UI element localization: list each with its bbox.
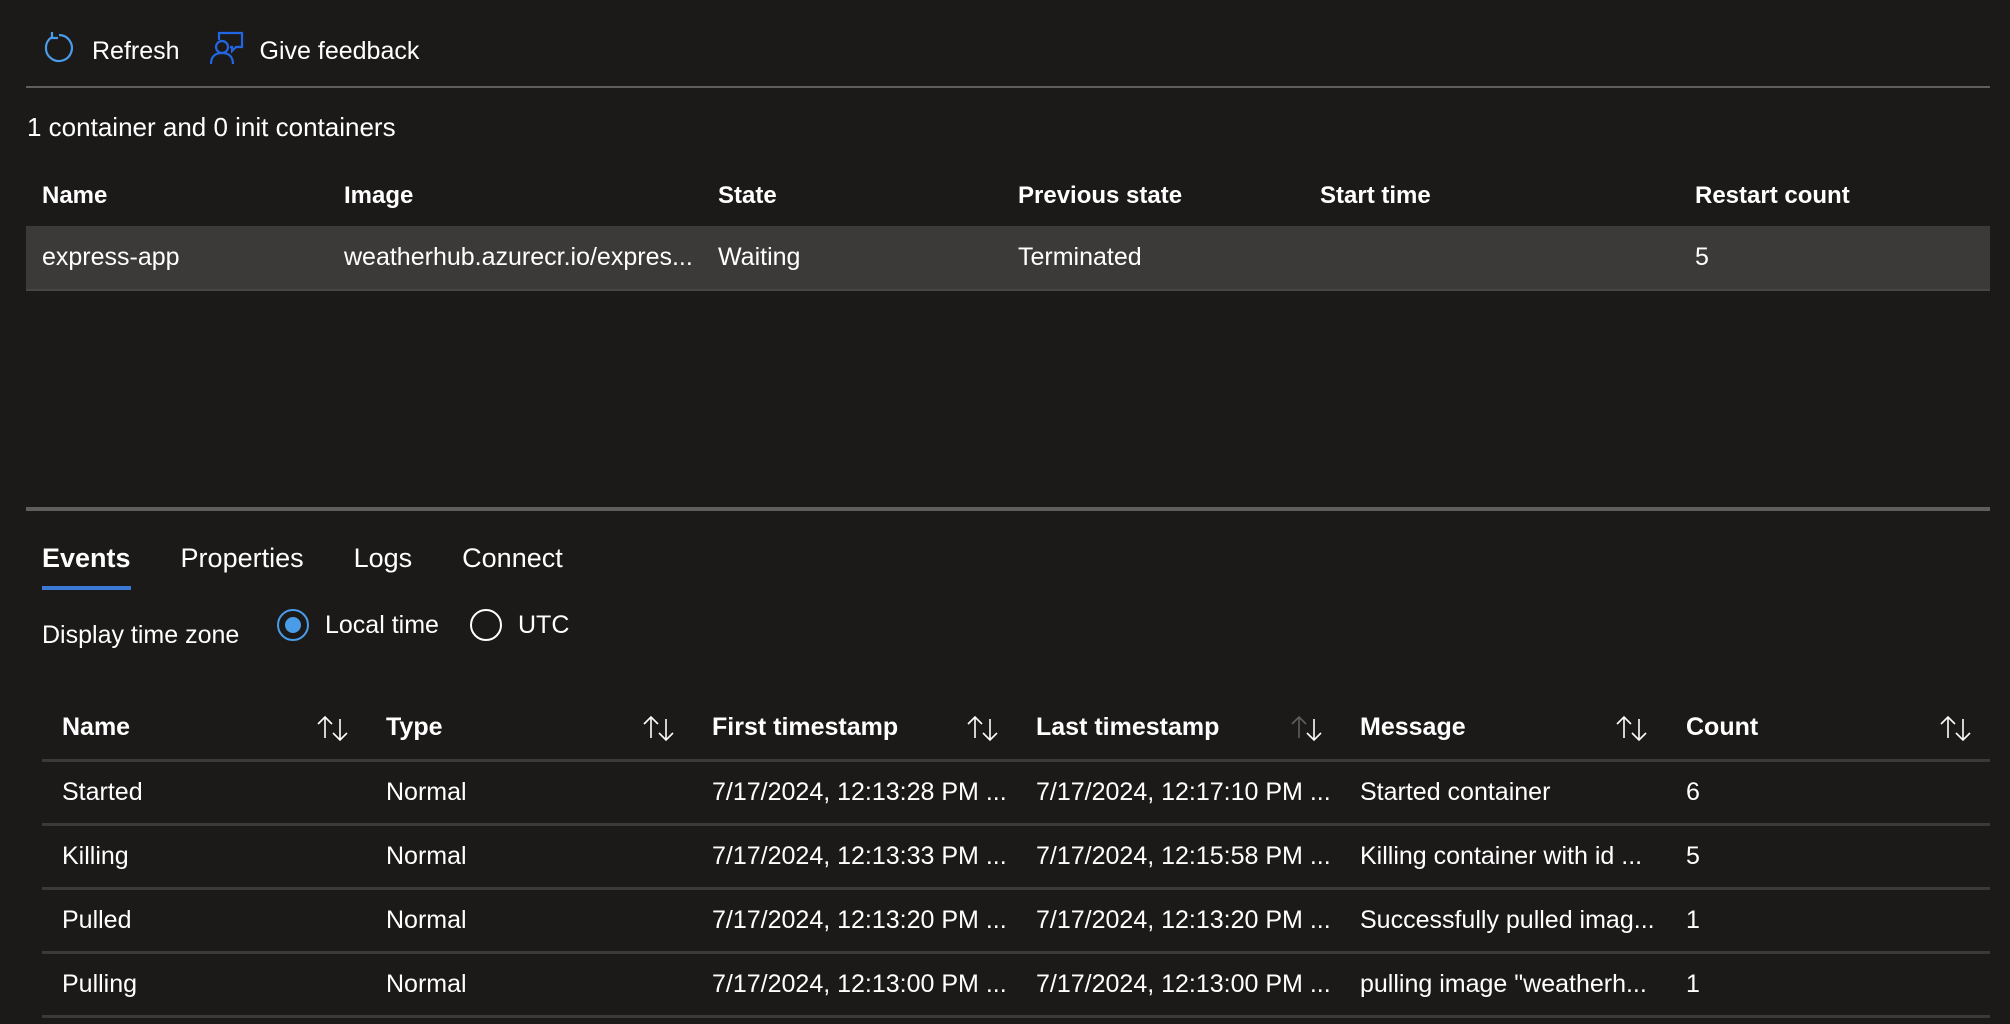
- container-state: Waiting: [718, 243, 801, 271]
- event-row[interactable]: Started Normal 7/17/2024, 12:13:28 PM ... 7…: [42, 762, 1990, 826]
- container-name: express-app: [42, 243, 180, 271]
- event-first-timestamp: 7/17/2024, 12:13:20 PM ...: [712, 906, 1007, 934]
- event-message: Successfully pulled imag...: [1360, 906, 1655, 934]
- event-type: Normal: [386, 970, 467, 998]
- column-header-start-time: Start time: [1320, 182, 1431, 209]
- refresh-label: Refresh: [92, 36, 180, 65]
- time-zone-label: Display time zone: [42, 621, 240, 649]
- containers-table-header: Name Image State Previous state Start ti…: [26, 166, 1990, 226]
- event-message: Killing container with id ...: [1360, 842, 1643, 870]
- event-message: Started container: [1360, 778, 1551, 806]
- sort-name-icon[interactable]: [316, 696, 350, 759]
- event-last-timestamp: 7/17/2024, 12:17:10 PM ...: [1036, 778, 1331, 806]
- tab-logs[interactable]: Logs: [354, 528, 413, 588]
- event-name: Started: [62, 778, 143, 806]
- tab-connect[interactable]: Connect: [462, 528, 563, 588]
- event-type: Normal: [386, 778, 467, 806]
- radio-checked-icon: [277, 609, 309, 641]
- event-count: 1: [1686, 906, 1700, 934]
- event-last-timestamp: 7/17/2024, 12:13:00 PM ...: [1036, 970, 1331, 998]
- container-image: weatherhub.azurecr.io/expres...: [344, 243, 693, 271]
- sort-type-icon[interactable]: [642, 696, 676, 759]
- container-summary: 1 container and 0 init containers: [27, 112, 396, 142]
- command-bar: Refresh Give feedback: [26, 26, 1990, 76]
- event-row[interactable]: Killing Normal 7/17/2024, 12:13:33 PM ... 7…: [42, 826, 1990, 890]
- event-name: Pulling: [62, 970, 138, 998]
- column-header-name[interactable]: Name: [62, 696, 130, 759]
- containers-table: Name Image State Previous state Start ti…: [26, 166, 1990, 291]
- event-count: 6: [1686, 778, 1700, 806]
- column-header-message[interactable]: Message: [1360, 696, 1466, 759]
- refresh-icon: [42, 31, 92, 72]
- sort-count-icon[interactable]: [1939, 696, 1973, 759]
- column-header-previous-state: Previous state: [1018, 182, 1183, 209]
- event-name: Pulled: [62, 906, 132, 934]
- event-last-timestamp: 7/17/2024, 12:15:58 PM ...: [1036, 842, 1331, 870]
- give-feedback-button[interactable]: Give feedback: [209, 31, 420, 72]
- tab-events[interactable]: Events: [42, 528, 131, 590]
- event-first-timestamp: 7/17/2024, 12:13:28 PM ...: [712, 778, 1007, 806]
- feedback-label: Give feedback: [259, 36, 420, 65]
- detail-tabs: Events Properties Logs Connect: [26, 528, 613, 590]
- event-row[interactable]: Pulling Normal 7/17/2024, 12:13:00 PM ... 7…: [42, 954, 1990, 1018]
- event-first-timestamp: 7/17/2024, 12:13:00 PM ...: [712, 970, 1007, 998]
- events-table-header: Name Type First timestamp Last timestamp…: [42, 696, 1990, 762]
- container-previous-state: Terminated: [1018, 243, 1142, 271]
- radio-utc[interactable]: UTC: [470, 609, 569, 641]
- event-count: 5: [1686, 842, 1700, 870]
- toolbar-divider: [26, 86, 1990, 88]
- event-count: 1: [1686, 970, 1700, 998]
- event-row[interactable]: Pulled Normal 7/17/2024, 12:13:20 PM ... 7/…: [42, 890, 1990, 954]
- container-restart-count: 5: [1695, 243, 1709, 271]
- radio-utc-label: UTC: [518, 610, 570, 639]
- event-message: pulling image "weatherh...: [1360, 970, 1647, 998]
- column-header-last-timestamp[interactable]: Last timestamp: [1036, 696, 1219, 759]
- sort-last-timestamp-icon[interactable]: [1290, 696, 1324, 759]
- radio-local-time-label: Local time: [325, 610, 439, 639]
- event-name: Killing: [62, 842, 129, 870]
- sort-message-icon[interactable]: [1615, 696, 1649, 759]
- column-header-name: Name: [42, 182, 108, 209]
- event-type: Normal: [386, 906, 467, 934]
- refresh-button[interactable]: Refresh: [42, 31, 180, 72]
- container-row[interactable]: express-app weatherhub.azurecr.io/expres…: [26, 226, 1990, 291]
- event-first-timestamp: 7/17/2024, 12:13:33 PM ...: [712, 842, 1007, 870]
- column-header-state: State: [718, 182, 777, 209]
- column-header-count[interactable]: Count: [1686, 696, 1758, 759]
- event-type: Normal: [386, 842, 467, 870]
- event-last-timestamp: 7/17/2024, 12:13:20 PM ...: [1036, 906, 1331, 934]
- radio-local-time[interactable]: Local time: [277, 609, 439, 641]
- feedback-icon: [209, 31, 260, 72]
- tab-properties[interactable]: Properties: [181, 528, 304, 588]
- sort-first-timestamp-icon[interactable]: [966, 696, 1000, 759]
- events-table: Name Type First timestamp Last timestamp…: [42, 696, 1990, 1018]
- column-header-restart-count: Restart count: [1695, 182, 1850, 209]
- radio-unchecked-icon: [470, 609, 502, 641]
- column-header-first-timestamp[interactable]: First timestamp: [712, 696, 898, 759]
- pane-splitter[interactable]: [26, 507, 1990, 511]
- column-header-type[interactable]: Type: [386, 696, 443, 759]
- column-header-image: Image: [344, 182, 414, 209]
